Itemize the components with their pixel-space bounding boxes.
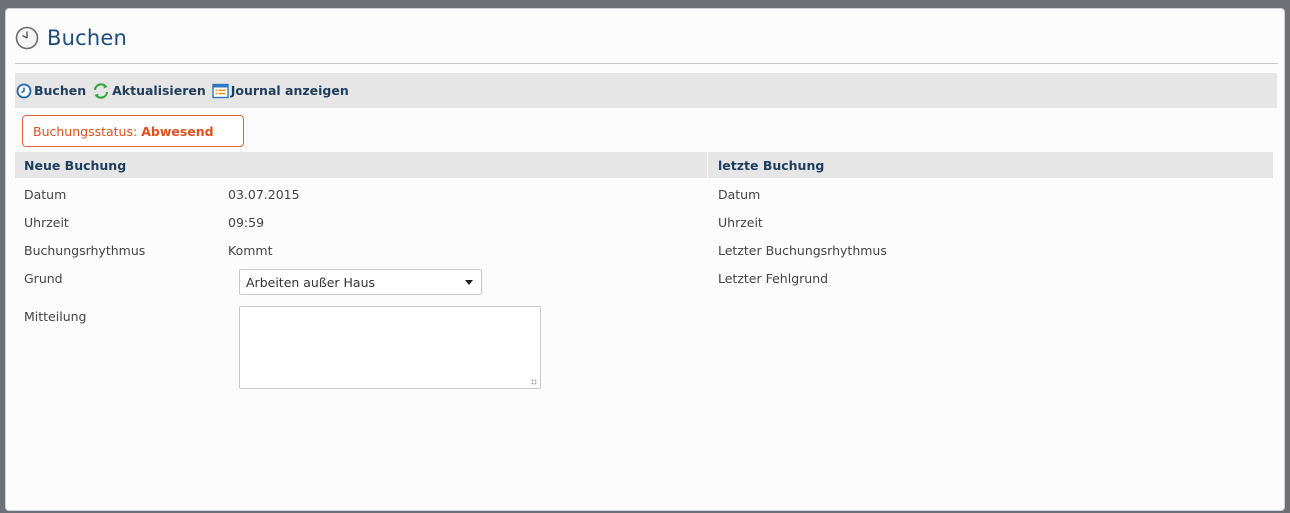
datum-value: 03.07.2015	[228, 187, 300, 202]
grund-select[interactable]: Arbeiten außer Haus	[239, 269, 482, 295]
toolbar: Buchen Aktualisieren Journal anzeigen	[15, 73, 1277, 108]
status-label: Buchungsstatus:	[33, 123, 138, 139]
page-header: Buchen	[15, 23, 127, 53]
clock-icon	[15, 26, 39, 50]
mitteilung-label: Mitteilung	[24, 309, 87, 324]
aktualisieren-button[interactable]: Aktualisieren	[92, 82, 206, 100]
buchen-button-label: Buchen	[34, 83, 87, 98]
page-title: Buchen	[47, 26, 128, 50]
clock-arrow-icon	[16, 83, 34, 99]
aktualisieren-button-label: Aktualisieren	[112, 83, 206, 98]
datum-label: Datum	[24, 187, 67, 202]
journal-anzeigen-button-label: Journal anzeigen	[230, 83, 349, 98]
grund-label: Grund	[24, 271, 63, 286]
refresh-icon	[92, 82, 112, 100]
uhrzeit-value: 09:59	[228, 215, 265, 230]
buchungsrhythmus-label: Buchungsrhythmus	[24, 243, 146, 258]
mitteilung-textarea[interactable]	[239, 306, 541, 389]
chevron-down-icon	[465, 280, 473, 285]
letzter-buchungsrhythmus-label: Letzter Buchungsrhythmus	[718, 243, 887, 258]
letzter-fehlgrund-label: Letzter Fehlgrund	[718, 271, 829, 286]
grund-select-value: Arbeiten außer Haus	[246, 274, 376, 290]
letzte-uhrzeit-label: Uhrzeit	[718, 215, 763, 230]
status-badge: Buchungsstatus: Abwesend	[22, 115, 244, 147]
letzte-buchung-heading: letzte Buchung	[708, 152, 1273, 178]
letzte-datum-label: Datum	[718, 187, 761, 202]
resize-grip-icon[interactable]	[531, 379, 537, 385]
status-value: Abwesend	[141, 123, 214, 139]
title-divider	[15, 63, 1278, 64]
buchen-button[interactable]: Buchen	[16, 83, 86, 99]
journal-anzeigen-button[interactable]: Journal anzeigen	[212, 83, 349, 99]
uhrzeit-label: Uhrzeit	[24, 215, 69, 230]
buchungsrhythmus-value: Kommt	[228, 243, 273, 258]
journal-list-icon	[212, 83, 231, 99]
neue-buchung-heading: Neue Buchung	[15, 152, 707, 178]
